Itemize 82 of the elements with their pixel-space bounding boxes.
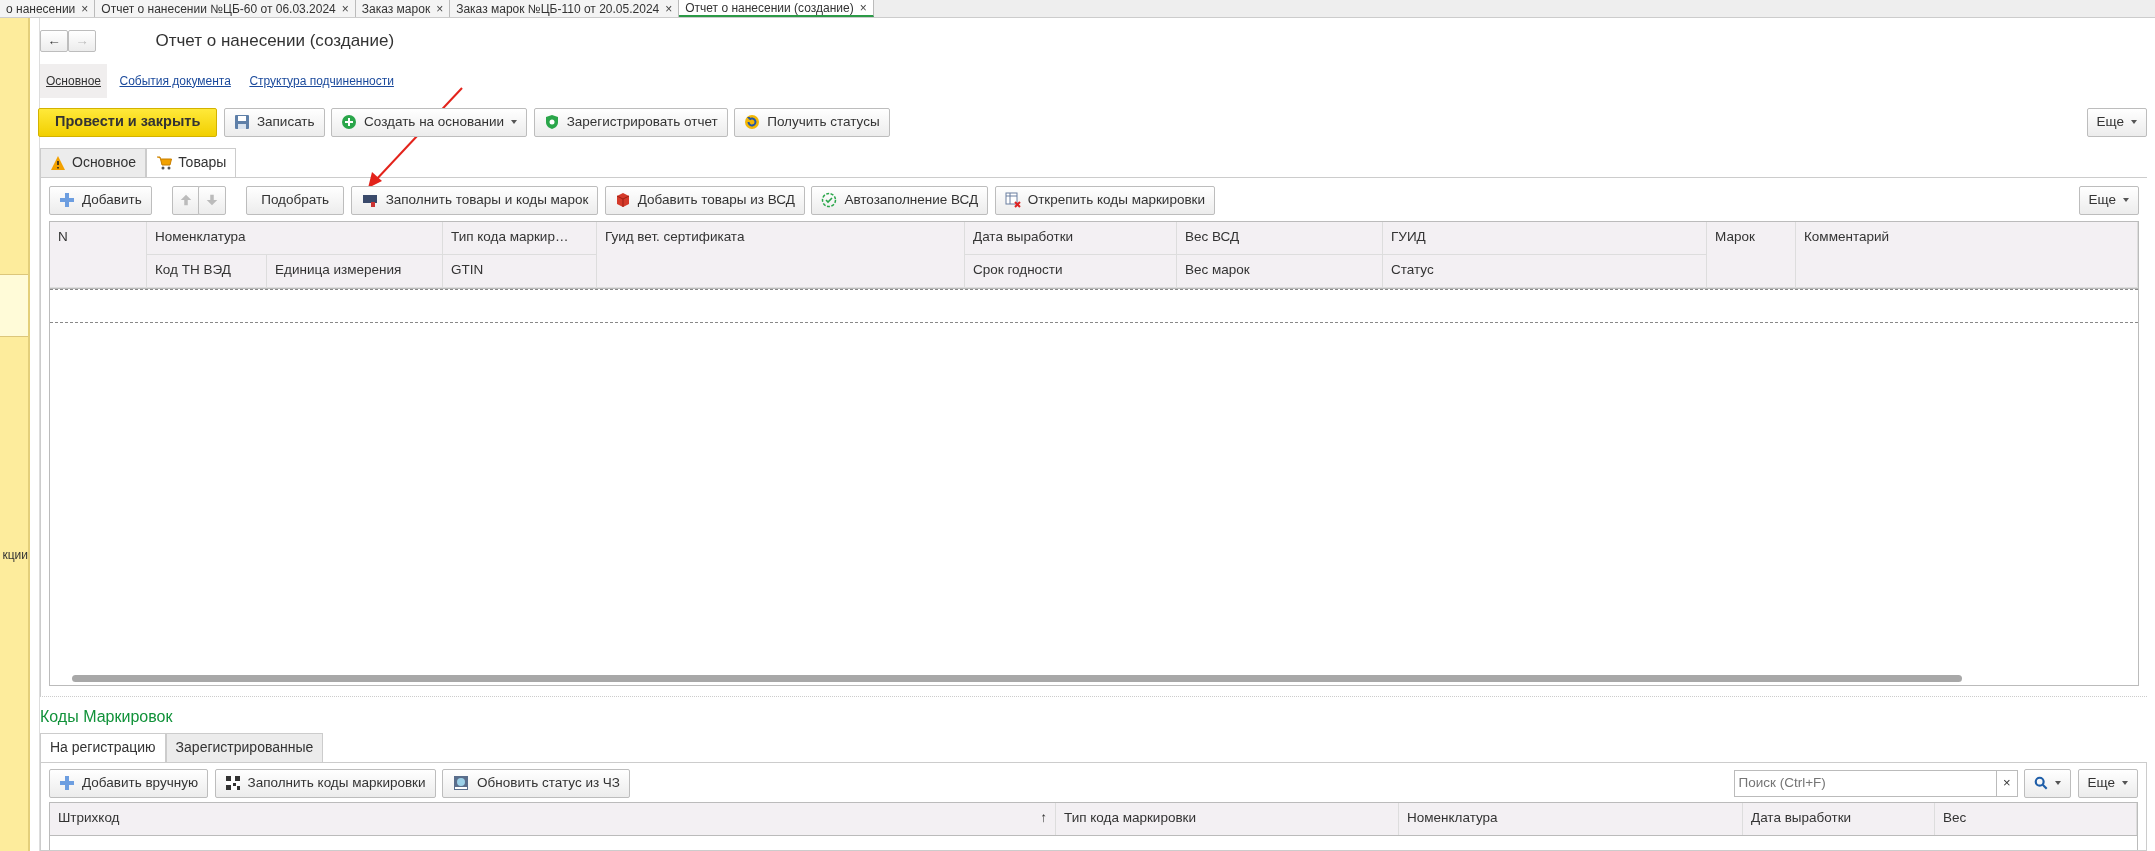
column-header[interactable]: N	[50, 221, 147, 288]
column-header[interactable]: Единица измерения	[267, 254, 443, 288]
sidebar-item[interactable]	[0, 275, 28, 337]
toolbar-button[interactable]: Получить статусы	[734, 107, 890, 137]
caret-icon	[2131, 120, 2137, 124]
column-header[interactable]: Номенклатура	[147, 221, 443, 255]
column-header[interactable]: Статус	[1383, 254, 1707, 288]
back-button[interactable]: ←	[40, 29, 68, 52]
toolbar-button[interactable]: Создать на основании	[331, 107, 528, 137]
column-header[interactable]: Тип кода маркировки	[1056, 802, 1399, 835]
caret-icon	[2122, 781, 2128, 785]
column-header[interactable]: Гуид вет. сертификата	[597, 221, 965, 288]
document-tab[interactable]: о нанесении ×	[0, 0, 96, 17]
section-title: Коды Маркировок	[40, 706, 174, 727]
caret-icon	[2123, 198, 2129, 202]
warning-icon	[50, 154, 66, 171]
refresh-icon	[744, 114, 761, 130]
column-header[interactable]: Тип кода маркир…	[443, 221, 597, 255]
column-header[interactable]: Срок годности	[965, 254, 1177, 288]
column-header[interactable]: Дата выработки	[1743, 802, 1935, 835]
toolbar-button[interactable]: Зарегистрировать отчет	[533, 107, 728, 137]
column-header[interactable]: Дата выработки	[965, 221, 1177, 255]
check-circle-icon	[821, 192, 838, 208]
table-remove-icon	[1004, 192, 1021, 208]
close-icon[interactable]: ×	[859, 0, 867, 17]
close-icon[interactable]: ×	[665, 0, 673, 18]
close-icon[interactable]: ×	[81, 0, 89, 18]
more-button[interactable]: Еще	[2077, 768, 2138, 798]
close-icon[interactable]: ×	[341, 0, 349, 18]
document-tab[interactable]: Отчет о нанесении №ЦБ-60 от 06.03.2024 ×	[95, 0, 356, 17]
tab[interactable]: Основное	[40, 147, 147, 177]
toolbar-button[interactable]: Добавить вручную	[49, 768, 209, 798]
up-arrow-icon	[179, 193, 194, 207]
form-link[interactable]: События документа	[113, 63, 237, 98]
document-tab[interactable]: Заказ марок №ЦБ-110 от 20.05.2024 ×	[450, 0, 680, 17]
form-link[interactable]: Структура подчиненности	[243, 63, 400, 98]
form-tab[interactable]: Основное	[40, 63, 107, 98]
column-header[interactable]: Вес ВСД	[1177, 221, 1383, 255]
qr-code-icon	[224, 775, 241, 791]
plus-icon	[59, 775, 75, 791]
plus-circle-icon	[341, 114, 358, 130]
window-title: Отчет о нанесении (создание)	[155, 30, 395, 52]
column-header[interactable]: Марок	[1707, 221, 1796, 288]
more-button[interactable]: Еще	[2078, 185, 2139, 215]
document-tab[interactable]: Заказ марок ×	[355, 0, 451, 17]
column-header[interactable]: Комментарий	[1796, 221, 2138, 288]
column-header[interactable]: Номенклатура	[1399, 802, 1743, 835]
toolbar-button[interactable]: Записать	[223, 107, 325, 137]
tab[interactable]: Зарегистрированные	[165, 732, 324, 762]
shield-icon	[543, 114, 560, 130]
pick-button[interactable]: Подобрать	[246, 185, 345, 215]
column-header[interactable]: ГУИД	[1383, 221, 1707, 255]
search-icon	[2034, 776, 2049, 790]
toolbar-button[interactable]: Автозаполнение ВСД	[811, 185, 989, 215]
search-field[interactable]: Поиск (Ctrl+F) ×	[1733, 769, 2018, 797]
toolbar-button[interactable]: Открепить коды маркировки	[994, 185, 1216, 215]
toolbar-button[interactable]: Добавить	[49, 185, 152, 215]
tab[interactable]: На регистрацию	[40, 732, 166, 762]
toolbar-button[interactable]: Добавить товары из ВСД	[604, 185, 805, 215]
close-icon[interactable]: ×	[436, 0, 444, 18]
search-button[interactable]	[2024, 768, 2072, 798]
scrollbar-thumb[interactable]	[72, 675, 1962, 682]
tab[interactable]: Товары	[146, 147, 237, 177]
column-header[interactable]: Код ТН ВЭД	[147, 254, 267, 288]
cart-icon	[156, 154, 173, 171]
toolbar-button[interactable]: Обновить статус из ЧЗ	[442, 768, 630, 798]
clear-button[interactable]: ×	[1995, 770, 2017, 796]
plus-icon	[59, 192, 75, 208]
caret-icon	[511, 120, 518, 124]
document-tab[interactable]: Отчет о нанесении (создание) ×	[679, 0, 874, 17]
column-header[interactable]: Вес	[1935, 802, 2137, 835]
more-button[interactable]: Еще	[2086, 107, 2147, 137]
toolbar-button[interactable]: Заполнить коды маркировки	[214, 768, 436, 798]
column-header[interactable]: Вес марок	[1177, 254, 1383, 288]
sort-arrow-icon: ↑	[1040, 808, 1047, 829]
toolbar-button[interactable]: Заполнить товары и коды марок	[350, 185, 599, 215]
caret-icon	[2055, 781, 2062, 785]
post-and-close-button[interactable]: Провести и закрыть	[38, 107, 218, 137]
column-header[interactable]: GTIN	[443, 254, 597, 288]
column-header[interactable]: Штрихкод ↑	[50, 802, 1056, 835]
cube-icon	[614, 192, 631, 208]
down-arrow-icon	[204, 193, 219, 207]
